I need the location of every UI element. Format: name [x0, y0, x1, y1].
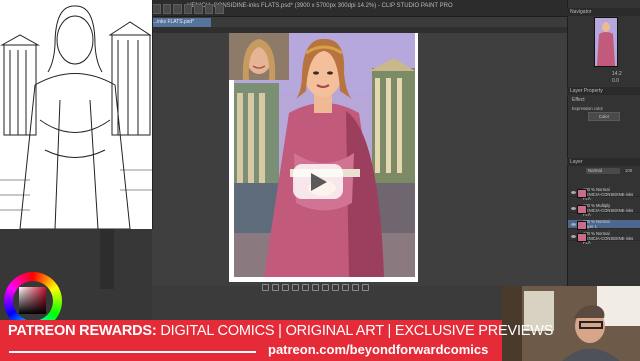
rotate-left-icon[interactable]: [262, 284, 269, 291]
top-toolbar: [152, 4, 225, 14]
blend-mode-select[interactable]: Normal: [586, 168, 620, 174]
redo-icon[interactable]: [162, 4, 172, 14]
layer-thumbnail: [577, 221, 587, 230]
reference-photo: [229, 33, 289, 80]
snap-icon[interactable]: [342, 284, 349, 291]
undo-icon[interactable]: [152, 4, 161, 14]
layer-thumbnail: [577, 233, 587, 242]
rotate-right-icon[interactable]: [272, 284, 279, 291]
layer-line2: VENICIA-CONSIDINE-inks FLA: [583, 235, 634, 246]
grid-icon[interactable]: [352, 284, 359, 291]
fill-icon[interactable]: [183, 4, 193, 14]
layer-thumbnail: [577, 205, 587, 214]
eye-icon[interactable]: [571, 191, 576, 194]
zoom-in-icon[interactable]: [292, 284, 299, 291]
zoom-out-icon[interactable]: [282, 284, 289, 291]
eye-icon[interactable]: [571, 207, 576, 210]
banner-heading-rest: DIGITAL COMICS | ORIGINAL ART | EXCLUSIV…: [156, 323, 554, 339]
navigator-thumbnail[interactable]: [594, 17, 618, 67]
banner-url[interactable]: patreon.com/beyondforwardcomics: [268, 342, 488, 357]
navigator-header: Navigator: [567, 8, 640, 16]
file-tab[interactable]: ...inks FLATS.psd*: [150, 18, 211, 27]
banner-heading: PATREON REWARDS: DIGITAL COMICS | ORIGIN…: [8, 323, 553, 339]
select-icon[interactable]: [204, 4, 214, 14]
reference-lineart: [0, 0, 153, 229]
canvas-bottom-toolbar: [262, 284, 386, 292]
menu-icon[interactable]: [362, 284, 369, 291]
layer-line2: VENICIA-CONSIDINE-inks FLA: [583, 207, 634, 218]
deselect-icon[interactable]: [215, 4, 225, 14]
opacity-value[interactable]: 100: [625, 168, 632, 173]
fit-icon[interactable]: [302, 284, 309, 291]
layer-line2: VENICIA-CONSIDINE-inks FLA: [583, 191, 634, 202]
color-saturation-square[interactable]: [19, 287, 46, 314]
expression-color-label: Expression color: [572, 106, 603, 111]
eye-icon[interactable]: [571, 223, 576, 226]
layer-panel-header: Layer: [567, 158, 640, 166]
transform-icon[interactable]: [194, 4, 203, 14]
hand-icon[interactable]: [322, 284, 329, 291]
rotation-value[interactable]: 0.0: [612, 78, 619, 84]
clear-icon[interactable]: [173, 4, 182, 14]
zoom-value[interactable]: 14.2: [612, 71, 622, 77]
banner-heading-bold: PATREON REWARDS:: [8, 323, 157, 339]
reset-icon[interactable]: [332, 284, 339, 291]
play-icon: [311, 173, 327, 191]
layer-thumbnail: [577, 189, 587, 198]
effect-label: Effect: [572, 97, 585, 103]
flip-icon[interactable]: [312, 284, 319, 291]
eye-icon[interactable]: [571, 235, 576, 238]
layer-property-header: Layer Property: [567, 87, 640, 95]
banner-divider: [9, 351, 256, 353]
layer-line2: Layer 1: [583, 223, 597, 229]
tool-strip: [100, 229, 114, 289]
expression-color-select[interactable]: Color: [588, 112, 620, 121]
